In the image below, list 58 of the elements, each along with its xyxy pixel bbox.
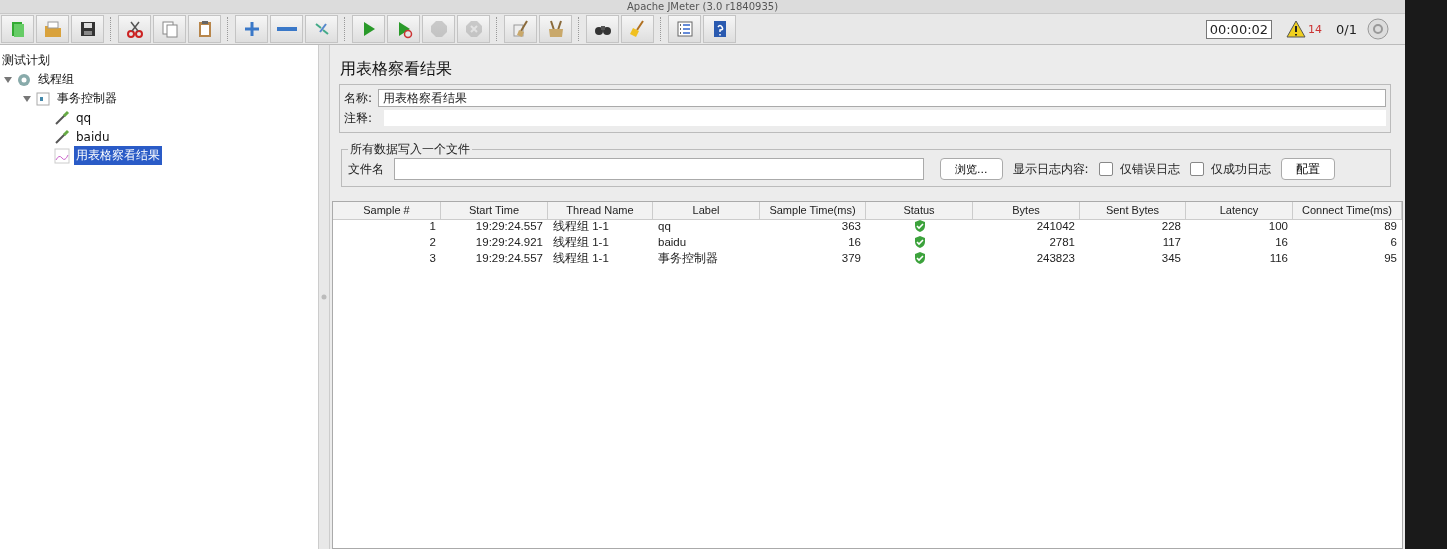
table-cell-text: 6: [1389, 235, 1398, 250]
field-label: 名称:: [344, 89, 373, 107]
panel-title: 用表格察看结果: [340, 59, 453, 80]
table-cell-text: 100: [1267, 219, 1289, 234]
column-header[interactable]: Sample Time(ms): [760, 202, 866, 220]
checkbox[interactable]: 仅错误日志: [1098, 160, 1180, 178]
table-cell-text: 228: [1160, 219, 1182, 234]
table-cell-text: 线程组 1-1: [552, 219, 610, 234]
thread-count: 0/1: [1336, 21, 1357, 37]
warning-count: 14: [1308, 22, 1323, 36]
table-cell-text: baidu: [657, 235, 688, 250]
table-cell-text: 89: [1383, 219, 1398, 234]
table-cell-text: 线程组 1-1: [552, 235, 610, 250]
table-cell-text: 241042: [1035, 219, 1076, 234]
tree-item[interactable]: 事务控制器: [55, 89, 119, 108]
table-cell-text: 379: [840, 251, 862, 266]
table-cell-text: 2: [428, 235, 437, 250]
browse-button[interactable]: 浏览...: [940, 158, 1003, 180]
configure-button[interactable]: 配置: [1280, 158, 1335, 180]
field-label: 注释:: [344, 109, 373, 127]
column-header[interactable]: Label: [653, 202, 760, 220]
table-cell-text: 16: [1274, 235, 1289, 250]
table-cell-text: 116: [1268, 251, 1289, 266]
checkbox[interactable]: 仅成功日志: [1189, 160, 1271, 178]
table-cell-text: 19:29:24.557: [474, 251, 544, 266]
table-cell-text: 1: [428, 219, 437, 234]
column-header[interactable]: Sample #: [333, 202, 441, 220]
table-cell-text: 事务控制器: [657, 251, 719, 266]
table-cell-text: 16: [847, 235, 862, 250]
table-cell-text: 3: [428, 251, 437, 266]
tree-item[interactable]: 用表格察看结果: [74, 146, 162, 165]
column-header[interactable]: Sent Bytes: [1080, 202, 1186, 220]
field-label: 显示日志内容:: [1012, 160, 1089, 178]
name-field[interactable]: 用表格察看结果: [378, 89, 1386, 107]
column-header[interactable]: Start Time: [441, 202, 548, 220]
column-header[interactable]: Bytes: [973, 202, 1080, 220]
window-title: Apache JMeter (3.0 r1840935): [626, 0, 779, 13]
table-cell-text: 117: [1161, 235, 1182, 250]
tree-item[interactable]: qq: [74, 109, 94, 126]
table-cell-text: 19:29:24.921: [474, 235, 544, 250]
tree-item[interactable]: baidu: [74, 128, 112, 145]
table-cell-text: 线程组 1-1: [552, 251, 610, 266]
table-cell-text: 345: [1160, 251, 1182, 266]
column-header[interactable]: Thread Name: [548, 202, 653, 220]
timer-field: 00:00:02: [1205, 19, 1273, 39]
field-label: 文件名: [348, 160, 384, 178]
tree-item[interactable]: 测试计划: [0, 51, 52, 70]
column-header[interactable]: Status: [866, 202, 973, 220]
table-cell-text: qq: [657, 219, 672, 234]
tree-item[interactable]: 线程组: [36, 70, 76, 89]
column-header[interactable]: Connect Time(ms): [1293, 202, 1402, 220]
column-header[interactable]: Latency: [1186, 202, 1293, 220]
table-cell-text: 243823: [1035, 251, 1076, 266]
table-cell-text: 363: [840, 219, 862, 234]
group-title: 所有数据写入一个文件: [349, 141, 471, 158]
table-cell-text: 95: [1383, 251, 1398, 266]
table-cell-text: 2781: [1048, 235, 1076, 250]
table-cell-text: 19:29:24.557: [474, 219, 544, 234]
